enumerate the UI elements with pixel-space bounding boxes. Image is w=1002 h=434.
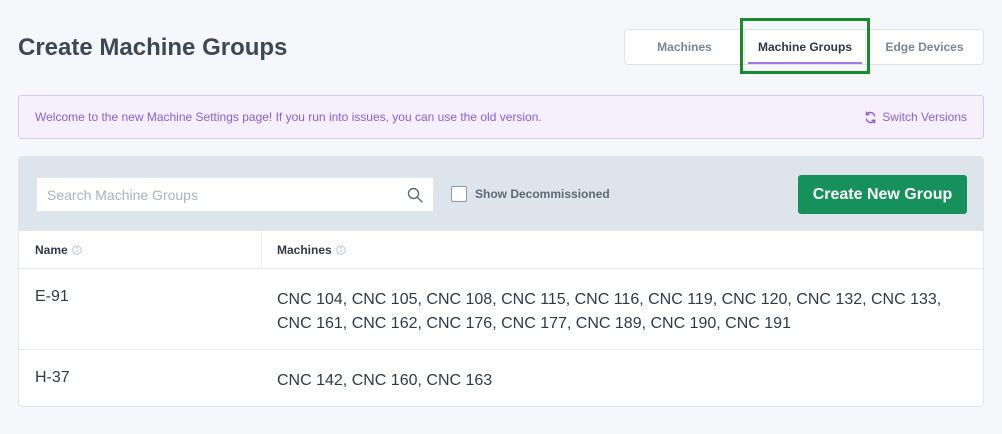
group-name: H-37 [35, 369, 70, 386]
groups-panel: Show Decommissioned Create New Group Nam… [18, 156, 984, 407]
search-box [36, 177, 434, 212]
banner-message: Welcome to the new Machine Settings page… [35, 110, 542, 124]
tab-edge-devices[interactable]: Edge Devices [865, 30, 983, 64]
toolbar: Show Decommissioned Create New Group [19, 157, 983, 231]
search-icon[interactable] [407, 187, 423, 203]
column-divider [261, 231, 262, 268]
refresh-icon [866, 110, 876, 124]
group-name: E-91 [35, 288, 69, 305]
switch-versions-label: Switch Versions [882, 110, 967, 124]
tab-bar: Machines Machine Groups Edge Devices [624, 29, 984, 65]
column-name-label: Name [35, 243, 68, 257]
table-header: Name Machines [19, 231, 983, 269]
table-row[interactable]: H-37 CNC 142, CNC 160, CNC 163 [19, 350, 983, 406]
tab-machines[interactable]: Machines [625, 30, 744, 64]
page-title: Create Machine Groups [18, 34, 288, 61]
info-icon[interactable] [336, 245, 346, 255]
column-machines-label: Machines [277, 243, 332, 257]
create-new-group-button[interactable]: Create New Group [798, 175, 967, 214]
show-decommissioned-toggle: Show Decommissioned [451, 186, 610, 202]
show-decommissioned-label: Show Decommissioned [475, 187, 610, 201]
info-icon[interactable] [72, 245, 82, 255]
show-decommissioned-checkbox[interactable] [451, 186, 467, 202]
tab-machine-groups[interactable]: Machine Groups [744, 30, 865, 64]
table-row[interactable]: E-91 CNC 104, CNC 105, CNC 108, CNC 115,… [19, 269, 983, 350]
column-header-name[interactable]: Name [35, 243, 82, 257]
info-banner: Welcome to the new Machine Settings page… [18, 95, 984, 139]
column-header-machines[interactable]: Machines [277, 243, 346, 257]
group-machines: CNC 104, CNC 105, CNC 108, CNC 115, CNC … [277, 291, 942, 332]
search-input[interactable] [37, 178, 397, 211]
switch-versions-button[interactable]: Switch Versions [864, 110, 967, 124]
group-machines: CNC 142, CNC 160, CNC 163 [277, 372, 493, 389]
